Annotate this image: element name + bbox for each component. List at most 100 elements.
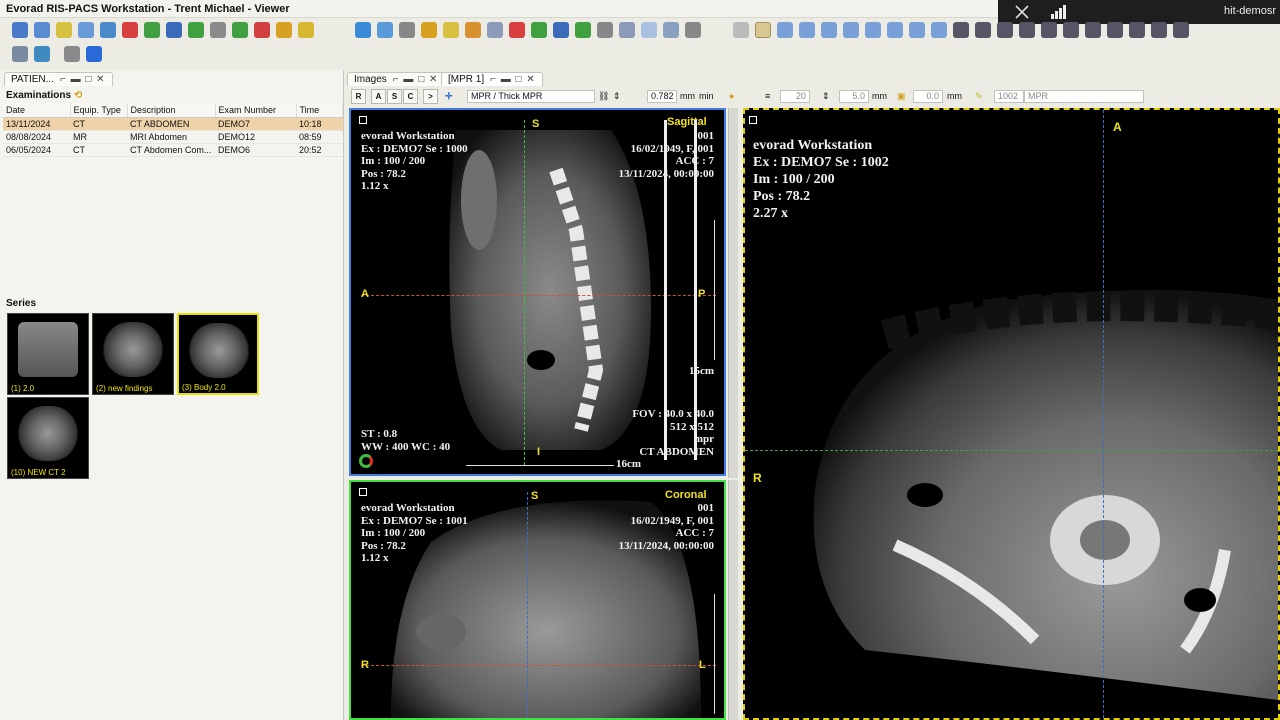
edit-icon[interactable]: ✎	[975, 91, 983, 102]
sagittal-viewport[interactable]: evorad Workstation Ex : DEMO7 Se : 1000 …	[349, 108, 726, 476]
crosshair-horizontal[interactable]	[745, 450, 1278, 451]
layout-alt-icon[interactable]	[663, 22, 679, 38]
scan-icon[interactable]	[399, 22, 415, 38]
save-all-icon[interactable]	[166, 22, 182, 38]
monitor-icon[interactable]	[1151, 22, 1167, 38]
sagittal-scrollbar[interactable]	[728, 108, 738, 478]
refresh-icon[interactable]: ⟲	[74, 90, 82, 101]
rotate-icon[interactable]	[597, 22, 613, 38]
up-arrow-icon[interactable]	[553, 22, 569, 38]
layout-icon[interactable]	[355, 22, 371, 38]
coronal-scrollbar[interactable]	[728, 480, 738, 720]
fit-icon[interactable]	[619, 22, 635, 38]
crosshair-horizontal[interactable]	[361, 665, 716, 666]
tab-controls-icon[interactable]: ⌐ ▬ □ ✕	[60, 74, 106, 85]
sagittal-button[interactable]: S	[387, 89, 402, 104]
axial-viewport[interactable]: evorad Workstation Ex : DEMO7 Se : 1002 …	[743, 108, 1280, 720]
coronal-button[interactable]: C	[403, 89, 418, 104]
settings-icon[interactable]: ●	[729, 91, 734, 101]
settings-icon[interactable]	[421, 22, 437, 38]
ellipse-icon[interactable]	[887, 22, 903, 38]
magnify-icon[interactable]	[821, 22, 837, 38]
crosshair-vertical[interactable]	[1103, 110, 1104, 718]
series-thumbnail[interactable]: (1) 2.0	[7, 313, 89, 395]
user-icon[interactable]	[64, 46, 80, 62]
print-icon[interactable]	[12, 46, 28, 62]
coronal-viewport[interactable]: evorad Workstation Ex : DEMO7 Se : 1001 …	[349, 480, 726, 720]
crosshair-icon[interactable]: ✛	[445, 91, 453, 102]
delete-icon[interactable]	[975, 22, 991, 38]
series-thumbnail[interactable]: (2) new findings	[92, 313, 174, 395]
undo-icon[interactable]	[1129, 22, 1145, 38]
viewport-select-box[interactable]	[749, 116, 757, 124]
next-icon[interactable]: >	[423, 89, 438, 104]
paste-icon[interactable]	[1041, 22, 1057, 38]
layers-icon[interactable]	[1085, 22, 1101, 38]
select-icon[interactable]	[733, 22, 749, 38]
link-icon[interactable]: ⛓	[598, 91, 609, 102]
line-icon[interactable]	[909, 22, 925, 38]
series-number-field[interactable]: 1002	[994, 90, 1024, 103]
film-icon[interactable]	[487, 22, 503, 38]
thickness-field[interactable]: 0.782	[647, 90, 677, 103]
link-icon[interactable]	[100, 22, 116, 38]
down-arrow-icon[interactable]	[575, 22, 591, 38]
column-header-time[interactable]: Time	[296, 103, 343, 118]
zoom-icon[interactable]	[777, 22, 793, 38]
text-icon[interactable]	[997, 22, 1013, 38]
window-icon[interactable]	[443, 22, 459, 38]
rotate-icon[interactable]	[359, 454, 373, 468]
refresh-icon[interactable]	[78, 22, 94, 38]
info-icon[interactable]	[1173, 22, 1189, 38]
tile-icon[interactable]	[641, 22, 657, 38]
green-icon[interactable]	[531, 22, 547, 38]
tools-icon[interactable]	[685, 22, 701, 38]
burn-cd-icon[interactable]	[34, 46, 50, 62]
play-icon[interactable]	[86, 46, 102, 62]
viewport-select-box[interactable]	[359, 488, 367, 496]
mpr-mode-select[interactable]: MPR / Thick MPR	[467, 90, 595, 103]
grid-icon[interactable]	[377, 22, 393, 38]
column-header-date[interactable]: Date	[3, 103, 71, 118]
save-icon[interactable]	[144, 22, 160, 38]
report-icon[interactable]	[122, 22, 138, 38]
column-header-description[interactable]: Description	[127, 103, 216, 118]
stack-icon[interactable]	[1063, 22, 1079, 38]
tag-icon[interactable]	[509, 22, 525, 38]
reset-button[interactable]: R	[351, 89, 366, 104]
offset-field[interactable]: 0.0	[913, 90, 943, 103]
series-thumbnail-selected[interactable]: (3) Body 2.0	[177, 313, 259, 395]
table-row[interactable]: 08/08/2024 MR MRI Abdomen DEMO12 08:59	[3, 130, 343, 144]
export-icon[interactable]	[188, 22, 204, 38]
viewport-select-box[interactable]	[359, 116, 367, 124]
series-mode-field[interactable]: MPR	[1024, 90, 1144, 103]
circle-icon[interactable]	[865, 22, 881, 38]
send-icon[interactable]	[232, 22, 248, 38]
tab-controls-icon[interactable]: ⌐ ▬ □ ✕	[393, 74, 439, 85]
series-thumbnail[interactable]: (10) NEW CT 2	[7, 397, 89, 479]
cut-icon[interactable]	[1019, 22, 1035, 38]
slabs-field[interactable]: 20	[780, 90, 810, 103]
table-row[interactable]: 13/11/2024 CT CT ABDOMEN DEMO7 10:18	[3, 117, 343, 131]
tab-controls-icon[interactable]: ⌐ ▬ □ ✕	[490, 74, 536, 85]
folder-icon[interactable]	[465, 22, 481, 38]
tab-images[interactable]: Images ⌐ ▬ □ ✕	[347, 72, 446, 86]
package-icon[interactable]	[210, 22, 226, 38]
note-icon[interactable]	[56, 22, 72, 38]
crosshair-vertical[interactable]	[524, 120, 525, 465]
forward-icon[interactable]	[34, 22, 50, 38]
column-header-equip-type[interactable]: Equip. Type	[70, 103, 128, 118]
spacing-field[interactable]: 5.0	[839, 90, 869, 103]
axial-button[interactable]: A	[371, 89, 386, 104]
crosshair-horizontal[interactable]	[361, 295, 716, 296]
back-icon[interactable]	[12, 22, 28, 38]
tab-mpr1[interactable]: [MPR 1] ⌐ ▬ □ ✕	[441, 72, 543, 86]
column-header-exam-number[interactable]: Exam Number	[215, 103, 297, 118]
flag-icon[interactable]	[254, 22, 270, 38]
eraser-icon[interactable]	[931, 22, 947, 38]
tab-patient[interactable]: PATIEN... ⌐ ▬ □ ✕	[4, 72, 113, 86]
rotate-cw-icon[interactable]	[1107, 22, 1123, 38]
crosshair-vertical[interactable]	[527, 492, 528, 718]
pen-icon[interactable]	[843, 22, 859, 38]
copy-icon[interactable]	[953, 22, 969, 38]
